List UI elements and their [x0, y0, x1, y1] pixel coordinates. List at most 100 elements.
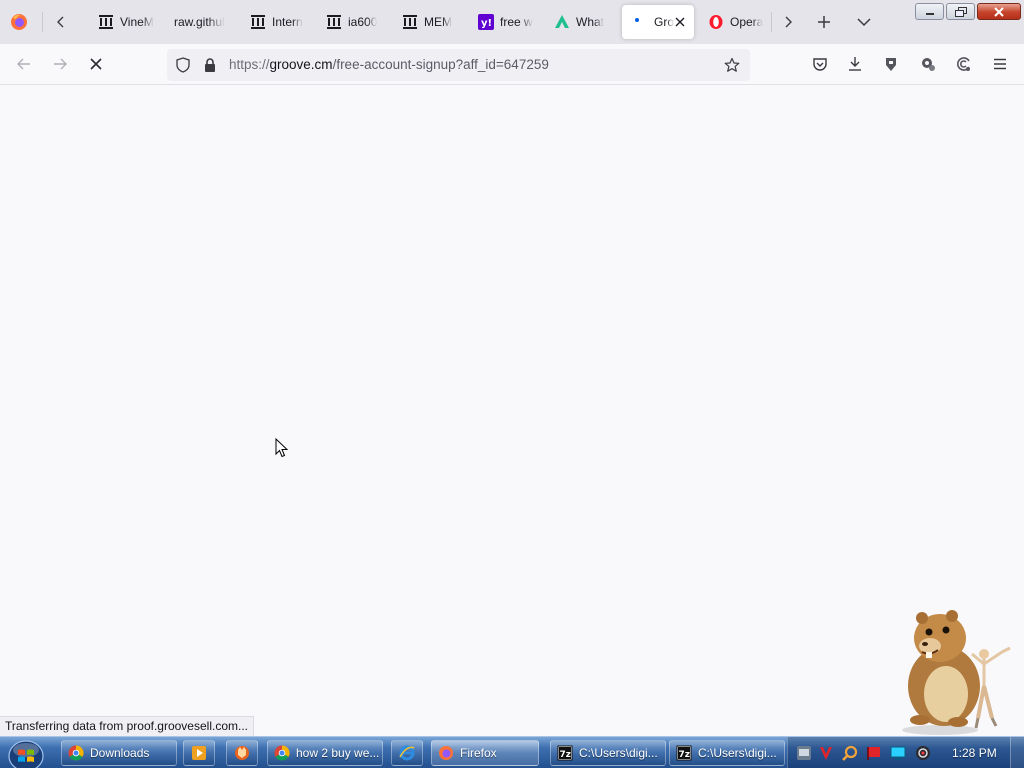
- 7zip-icon: 7z: [676, 745, 692, 761]
- tab-4[interactable]: MEM: [392, 5, 464, 39]
- forward-button[interactable]: [44, 48, 76, 80]
- taskbar-button-downloads[interactable]: Downloads: [61, 740, 177, 766]
- taskbar-button-wolf-app[interactable]: [226, 740, 258, 766]
- mouse-cursor-icon: [275, 438, 289, 458]
- extension-button-2[interactable]: [912, 48, 944, 80]
- wolf-app-icon: [234, 745, 250, 761]
- status-bar: Transferring data from proof.groovesell.…: [0, 716, 254, 736]
- pocket-button[interactable]: [804, 48, 836, 80]
- taskbar-clock[interactable]: 1:28 PM: [952, 746, 997, 760]
- tab-label: MEM: [424, 15, 452, 29]
- arrow-right-icon: [54, 58, 67, 70]
- url-text[interactable]: https://groove.cm/free-account-signup?af…: [229, 57, 549, 72]
- close-window-button[interactable]: [977, 3, 1021, 20]
- taskbar-button-label: Firefox: [460, 746, 497, 760]
- bookmark-star-icon[interactable]: [724, 57, 740, 73]
- taskbar-button-firefox[interactable]: Firefox: [431, 740, 539, 766]
- archive-icon: [326, 14, 342, 30]
- tray-v-icon[interactable]: [818, 745, 834, 761]
- close-icon: [994, 6, 1004, 17]
- tab-0[interactable]: VineM: [88, 5, 160, 39]
- url-host: groove.cm: [269, 57, 333, 72]
- firefox-menu-icon[interactable]: [6, 9, 32, 35]
- tab-8[interactable]: Opera: [698, 5, 770, 39]
- tab-5[interactable]: y! free w: [468, 5, 540, 39]
- firefox-icon: [438, 745, 454, 761]
- tab-label: What: [576, 15, 605, 29]
- opera-icon: [708, 14, 724, 30]
- lock-icon[interactable]: [202, 57, 218, 73]
- triangle-logo-icon: [554, 14, 570, 30]
- page-content: Transferring data from proof.groovesell.…: [0, 85, 1024, 736]
- minimize-button[interactable]: [915, 3, 944, 20]
- archive-icon: [402, 14, 418, 30]
- extension-gear-icon: [922, 58, 935, 71]
- internet-explorer-icon: [399, 745, 415, 761]
- list-all-tabs-button[interactable]: [848, 6, 880, 38]
- download-icon: [849, 57, 861, 71]
- loading-dot-icon: [632, 14, 648, 30]
- svg-text:y!: y!: [481, 18, 492, 29]
- yahoo-icon: y!: [478, 14, 494, 30]
- app-menu-button[interactable]: [984, 48, 1016, 80]
- navigation-toolbar: https://groove.cm/free-account-signup?af…: [0, 44, 1024, 85]
- close-tab-icon[interactable]: [672, 14, 688, 30]
- desktop-hamster-mascot-image: [902, 610, 1011, 735]
- tab-label: Opera: [730, 15, 764, 29]
- stop-loading-button[interactable]: [80, 48, 112, 80]
- taskbar-button-7zip-1[interactable]: 7z C:\Users\digi...: [550, 740, 666, 766]
- taskbar-button-label: C:\Users\digi...: [579, 746, 658, 760]
- tracking-protection-shield-icon[interactable]: [175, 57, 191, 73]
- tab-strip: VineM raw.githul Intern ia600 MEM y! fre…: [0, 0, 1024, 44]
- tab-3[interactable]: ia600: [316, 5, 388, 39]
- minimize-icon: [925, 12, 934, 15]
- chevron-right-icon: [785, 16, 792, 28]
- extension-shield-icon: [886, 58, 896, 71]
- svg-text:7z: 7z: [679, 750, 691, 760]
- extension-swirl-icon: [957, 57, 970, 71]
- taskbar-button-7zip-2[interactable]: 7z C:\Users\digi...: [669, 740, 785, 766]
- arrow-left-icon: [17, 58, 30, 70]
- extension-button-1[interactable]: [875, 48, 907, 80]
- taskbar-button-label: how 2 buy we...: [296, 746, 380, 760]
- scroll-tabs-left-button[interactable]: [45, 6, 77, 38]
- tab-label: VineM: [120, 15, 154, 29]
- plus-icon: [818, 16, 830, 28]
- tab-2[interactable]: Intern: [240, 5, 312, 39]
- tab-6[interactable]: What: [544, 5, 616, 39]
- archive-icon: [98, 14, 114, 30]
- tray-search-icon[interactable]: [842, 745, 858, 761]
- start-button[interactable]: [5, 740, 47, 768]
- url-bar[interactable]: https://groove.cm/free-account-signup?af…: [167, 49, 750, 81]
- pocket-icon: [813, 58, 827, 71]
- tray-volume-icon[interactable]: [915, 745, 931, 761]
- extension-button-3[interactable]: [947, 48, 979, 80]
- tab-label: Intern: [272, 15, 303, 29]
- tray-display-icon[interactable]: [890, 745, 906, 761]
- chrome-icon: [68, 745, 84, 761]
- svg-text:7z: 7z: [560, 750, 572, 760]
- new-tab-button[interactable]: [808, 6, 840, 38]
- tab-label: free w: [500, 15, 533, 29]
- scroll-tabs-right-button[interactable]: [772, 6, 804, 38]
- tray-flag-icon[interactable]: [866, 745, 882, 761]
- show-desktop-button[interactable]: [1010, 737, 1024, 768]
- chevron-left-icon: [57, 16, 64, 28]
- system-tray: 1:28 PM: [787, 737, 1024, 768]
- url-protocol: https://: [229, 57, 270, 72]
- taskbar-button-internet-explorer[interactable]: [391, 740, 423, 766]
- downloads-button[interactable]: [839, 48, 871, 80]
- windows-taskbar: Downloads how 2 buy we... Firefox 7z C:\…: [0, 736, 1024, 768]
- tab-7[interactable]: Gro: [622, 5, 694, 39]
- stop-x-icon: [90, 58, 102, 70]
- tray-app-icon[interactable]: [796, 745, 812, 761]
- chrome-icon: [274, 745, 290, 761]
- restore-button[interactable]: [946, 3, 975, 20]
- taskbar-button-media-player[interactable]: [183, 740, 215, 766]
- taskbar-button-chrome[interactable]: how 2 buy we...: [267, 740, 383, 766]
- tab-label: ia600: [348, 15, 378, 29]
- tab-label: raw.githul: [174, 15, 225, 29]
- restore-icon: [954, 6, 967, 17]
- tab-1[interactable]: raw.githul: [164, 5, 240, 39]
- back-button[interactable]: [8, 48, 40, 80]
